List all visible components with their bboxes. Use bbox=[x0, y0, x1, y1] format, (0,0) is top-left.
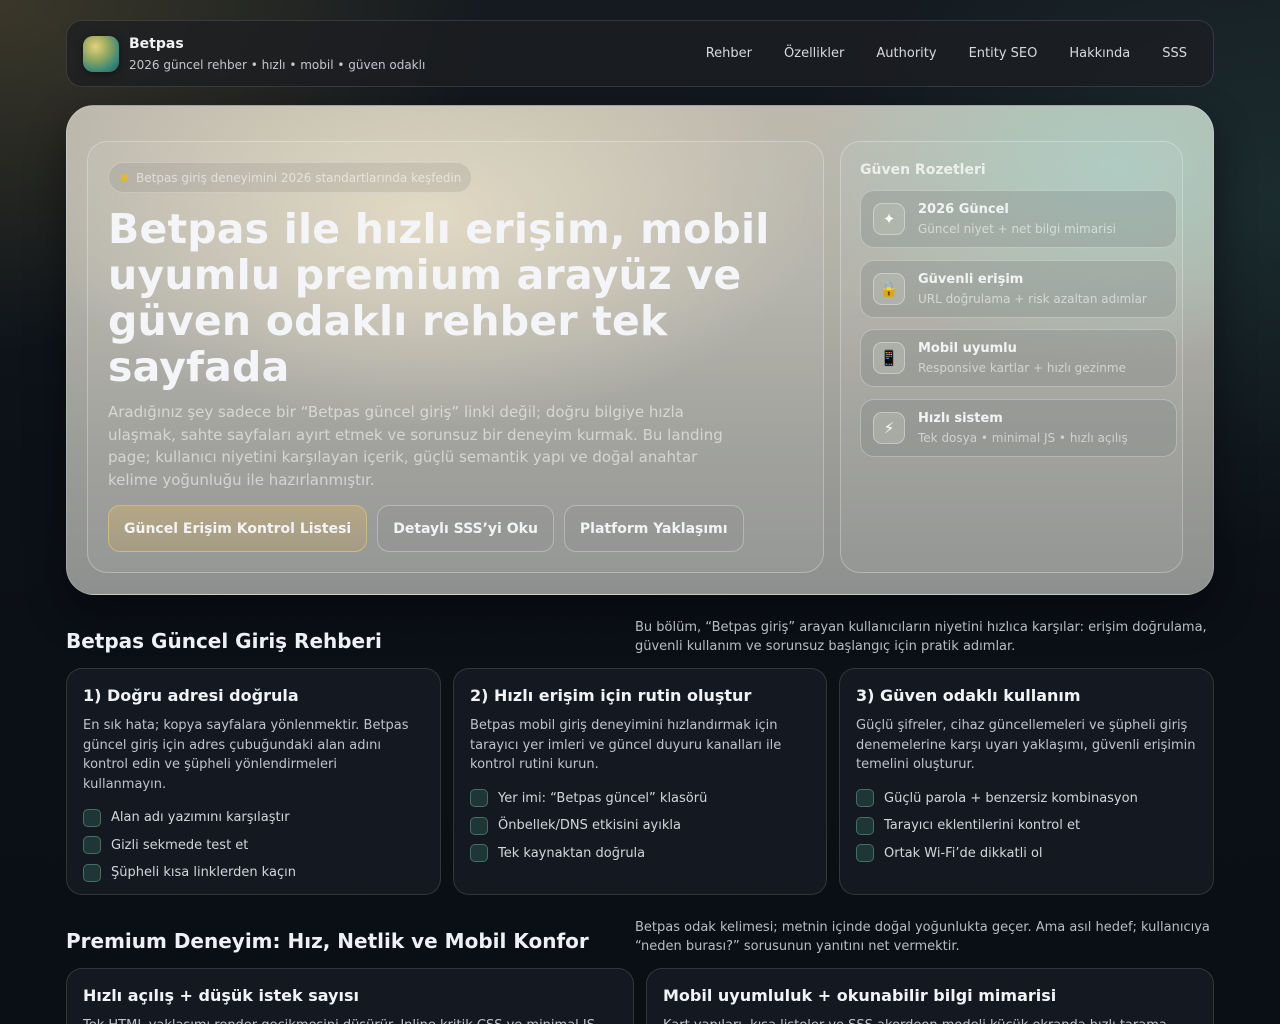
brand-tagline: 2026 güncel rehber • hızlı • mobil • güv… bbox=[129, 57, 426, 72]
pill-dot-icon bbox=[121, 174, 128, 181]
checklist-label: Önbellek/DNS etkisini ayıkla bbox=[498, 818, 681, 834]
card-title: 2) Hızlı erişim için rutin oluştur bbox=[470, 686, 752, 705]
card-title: Hızlı açılış + düşük istek sayısı bbox=[83, 986, 359, 1005]
badge-2026-guncel: ✦ 2026 Güncel Güncel niyet + net bilgi m… bbox=[860, 190, 1177, 248]
nav-link-ozellikler[interactable]: Özellikler bbox=[768, 44, 860, 64]
guide-card-2: 2) Hızlı erişim için rutin oluştur Betpa… bbox=[453, 668, 827, 895]
checklist-item[interactable]: Tarayıcı eklentilerini kontrol et bbox=[856, 812, 1197, 840]
nav-link-rehber[interactable]: Rehber bbox=[690, 44, 768, 64]
premium-section-note: Betpas odak kelimesi; metnin içinde doğa… bbox=[635, 920, 1210, 954]
checklist-label: Gizli sekmede test et bbox=[111, 837, 249, 853]
card-text: Tek HTML yaklaşımı render gecikmesini dü… bbox=[83, 1016, 617, 1024]
checklist: Alan adı yazımını karşılaştır Gizli sekm… bbox=[83, 804, 424, 887]
platform-approach-button[interactable]: Platform Yaklaşımı bbox=[563, 505, 744, 552]
mobile-icon: 📱 bbox=[873, 342, 905, 374]
lock-icon: 🔒 bbox=[873, 273, 905, 305]
brand-logo-icon[interactable] bbox=[83, 35, 119, 72]
badge-hizli-sistem: ⚡ Hızlı sistem Tek dosya • minimal JS • … bbox=[860, 399, 1177, 457]
nav-link-entity-seo[interactable]: Entity SEO bbox=[953, 44, 1054, 64]
checkbox[interactable] bbox=[83, 836, 101, 855]
premium-section-title: Premium Deneyim: Hız, Netlik ve Mobil Ko… bbox=[66, 929, 589, 953]
badge-subtitle: URL doğrulama + risk azaltan adımlar bbox=[918, 292, 1147, 306]
hero-title: Betpas ile hızlı erişim, mobil uyumlu pr… bbox=[108, 205, 770, 391]
card-text: Betpas mobil giriş deneyimini hızlandırm… bbox=[470, 718, 782, 772]
checkbox[interactable] bbox=[470, 789, 488, 808]
hero-buttons: Güncel Erişim Kontrol Listesi Detaylı SS… bbox=[108, 505, 744, 552]
badge-guvenli-erisim: 🔒 Güvenli erişim URL doğrulama + risk az… bbox=[860, 260, 1177, 318]
nav-link-hakkinda[interactable]: Hakkında bbox=[1053, 44, 1146, 64]
guide-card-1: 1) Doğru adresi doğrula En sık hata; kop… bbox=[66, 668, 441, 895]
badge-title: Mobil uyumlu bbox=[918, 341, 1017, 356]
checkbox[interactable] bbox=[83, 808, 101, 827]
hero-section: Betpas giriş deneyimini 2026 standartlar… bbox=[66, 105, 1214, 595]
checkbox[interactable] bbox=[856, 816, 874, 835]
card-text: Kart yapıları, kısa listeler ve SSS akor… bbox=[663, 1016, 1197, 1024]
badge-title: 2026 Güncel bbox=[918, 202, 1009, 217]
faq-button[interactable]: Detaylı SSS’yi Oku bbox=[377, 505, 554, 552]
lightning-icon: ⚡ bbox=[873, 412, 905, 444]
premium-card-2: Mobil uyumluluk + okunabilir bilgi mimar… bbox=[646, 968, 1214, 1024]
checklist-label: Yer imi: “Betpas güncel” klasörü bbox=[498, 790, 708, 806]
checklist-label: Ortak Wi-Fi’de dikkatli ol bbox=[884, 845, 1043, 861]
card-title: Mobil uyumluluk + okunabilir bilgi mimar… bbox=[663, 986, 1057, 1005]
checklist-item[interactable]: Yer imi: “Betpas güncel” klasörü bbox=[470, 785, 810, 813]
card-title: 1) Doğru adresi doğrula bbox=[83, 686, 299, 705]
nav-link-authority[interactable]: Authority bbox=[860, 44, 952, 64]
badge-title: Güvenli erişim bbox=[918, 272, 1024, 287]
trust-badges-panel: Güven Rozetleri ✦ 2026 Güncel Güncel niy… bbox=[840, 141, 1183, 573]
guide-card-3: 3) Güven odaklı kullanım Güçlü şifreler,… bbox=[839, 668, 1214, 895]
badge-subtitle: Güncel niyet + net bilgi mimarisi bbox=[918, 222, 1116, 236]
checklist-item[interactable]: Güçlü parola + benzersiz kombinasyon bbox=[856, 785, 1197, 813]
checklist-label: Alan adı yazımını karşılaştır bbox=[111, 810, 290, 826]
checkbox[interactable] bbox=[856, 844, 874, 863]
card-text: En sık hata; kopya sayfalara yönlenmekti… bbox=[83, 718, 409, 792]
checklist-label: Şüpheli kısa linklerden kaçın bbox=[111, 865, 296, 881]
badge-title: Hızlı sistem bbox=[918, 411, 1003, 426]
sparkle-icon: ✦ bbox=[873, 203, 905, 235]
hero-description: Aradığınız şey sadece bir “Betpas güncel… bbox=[108, 403, 723, 489]
guide-section-title: Betpas Güncel Giriş Rehberi bbox=[66, 629, 382, 653]
hero-main-panel: Betpas giriş deneyimini 2026 standartlar… bbox=[87, 141, 824, 573]
card-text: Güçlü şifreler, cihaz güncellemeleri ve … bbox=[856, 718, 1196, 772]
checklist: Yer imi: “Betpas güncel” klasörü Önbelle… bbox=[470, 785, 810, 868]
premium-card-1: Hızlı açılış + düşük istek sayısı Tek HT… bbox=[66, 968, 634, 1024]
checklist-label: Tarayıcı eklentilerini kontrol et bbox=[884, 818, 1081, 834]
brand-name[interactable]: Betpas bbox=[129, 36, 425, 52]
checklist-item[interactable]: Gizli sekmede test et bbox=[83, 832, 424, 860]
badge-mobil-uyumlu: 📱 Mobil uyumlu Responsive kartlar + hızl… bbox=[860, 329, 1177, 387]
trust-badges-title: Güven Rozetleri bbox=[860, 162, 986, 178]
badge-subtitle: Tek dosya • minimal JS • hızlı açılış bbox=[918, 431, 1128, 445]
checklist-item[interactable]: Önbellek/DNS etkisini ayıkla bbox=[470, 812, 810, 840]
checkbox[interactable] bbox=[470, 844, 488, 863]
main-nav: Rehber Özellikler Authority Entity SEO H… bbox=[690, 44, 1197, 64]
checklist-item[interactable]: Şüpheli kısa linklerden kaçın bbox=[83, 859, 424, 887]
guide-section-note: Bu bölüm, “Betpas giriş” arayan kullanıc… bbox=[635, 620, 1207, 654]
checklist: Güçlü parola + benzersiz kombinasyon Tar… bbox=[856, 785, 1197, 868]
checklist-item[interactable]: Ortak Wi-Fi’de dikkatli ol bbox=[856, 840, 1197, 868]
checklist-label: Güçlü parola + benzersiz kombinasyon bbox=[884, 790, 1138, 806]
checklist-button[interactable]: Güncel Erişim Kontrol Listesi bbox=[108, 505, 368, 552]
checklist-item[interactable]: Alan adı yazımını karşılaştır bbox=[83, 804, 424, 832]
checkbox[interactable] bbox=[470, 816, 488, 835]
card-title: 3) Güven odaklı kullanım bbox=[856, 686, 1081, 705]
badge-subtitle: Responsive kartlar + hızlı gezinme bbox=[918, 361, 1126, 375]
top-navigation-bar: Betpas 2026 güncel rehber • hızlı • mobi… bbox=[66, 20, 1214, 87]
checkbox[interactable] bbox=[856, 789, 874, 808]
checklist-label: Tek kaynaktan doğrula bbox=[498, 845, 646, 861]
nav-link-sss[interactable]: SSS bbox=[1146, 44, 1197, 64]
checkbox[interactable] bbox=[83, 863, 101, 882]
hero-pill-label: Betpas giriş deneyimini 2026 standartlar… bbox=[136, 170, 462, 185]
hero-pill: Betpas giriş deneyimini 2026 standartlar… bbox=[108, 162, 473, 193]
brand-block: Betpas 2026 güncel rehber • hızlı • mobi… bbox=[129, 36, 425, 72]
checklist-item[interactable]: Tek kaynaktan doğrula bbox=[470, 840, 810, 868]
